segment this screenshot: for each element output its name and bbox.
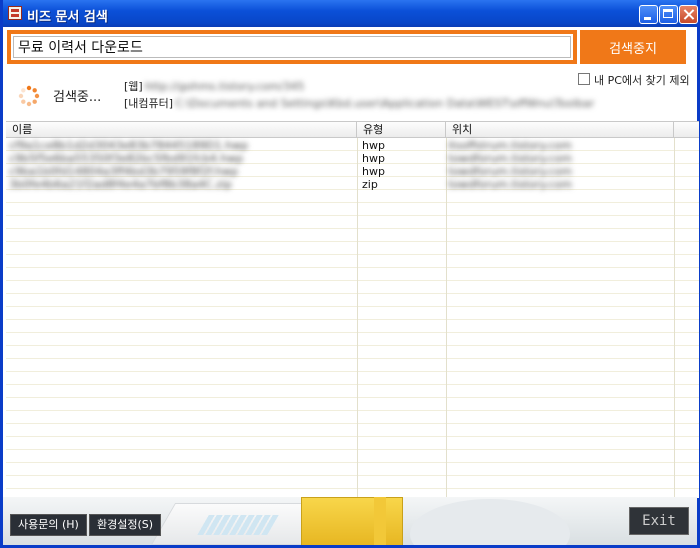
table-row[interactable]: 3b0fe4b6a21f2ad8f4e4a7bf8b38a4C.zip zip … [6,178,699,191]
results-table: 이름 유형 위치 cf9a1ce8b1d2d3043e83b78445189D1… [6,121,699,498]
mypc-source-row: [내컴퓨터] C:\Documents and Settings\Kbd.user… [124,95,594,111]
table-row[interactable]: c9ba1b0fd14804a3ff4bd3b7959f8f2f.hwp hwp… [6,165,699,178]
table-row[interactable]: c9b5f5e6ba55350f3e82bc5fbd91fcb4.hwp hwp… [6,152,699,165]
close-button[interactable] [679,5,698,24]
mypc-source-value: C:\Documents and Settings\Kbd.user\Appli… [175,97,595,110]
column-divider [674,138,675,498]
file-name: c9ba1b0fd14804a3ff4bd3b7959f8f2f.hwp [9,165,239,178]
app-icon [8,6,22,20]
file-name: cf9a1ce8b1d2d3043e83b78445189D1.hwp [9,139,249,152]
column-header-name[interactable]: 이름 [6,122,357,137]
column-divider [357,138,358,498]
column-header-type[interactable]: 유형 [357,122,446,137]
title-bar: 비즈 문서 검색 [3,0,698,27]
mypc-source-label: [내컴퓨터] [124,97,174,110]
file-type: hwp [362,165,385,178]
loading-spinner-icon [18,85,40,107]
column-divider [446,138,447,498]
column-header-location[interactable]: 위치 [446,122,674,137]
search-input[interactable] [13,36,571,58]
table-header: 이름 유형 위치 [6,122,699,138]
web-source-value: http://gohms.tistory.com/345 [144,80,305,93]
footer-bar: 사용문의 (H) 환경설정(S) Exit [3,497,697,545]
folder-illustration [301,497,403,545]
keyboard-illustration [197,515,279,535]
file-type: hwp [362,139,385,152]
web-source-label: [웹] [124,80,143,93]
minimize-button[interactable] [639,5,658,24]
file-location: itsoffstrum.tistory.com [448,139,572,152]
exclude-my-pc-checkbox[interactable]: 내 PC에서 찾기 제외 [578,72,690,88]
window-title: 비즈 문서 검색 [27,10,108,25]
stop-search-button[interactable]: 검색중지 [580,30,686,64]
disk-illustration [410,499,570,545]
web-source-row: [웹] http://gohms.tistory.com/345 [124,78,304,94]
file-location: towdforum.tistory.com [448,178,572,191]
table-row[interactable]: cf9a1ce8b1d2d3043e83b78445189D1.hwp hwp … [6,139,699,152]
exit-button[interactable]: Exit [629,507,689,535]
search-box [7,30,577,64]
app-window: 비즈 문서 검색 검색중지 검색중... [웹]http://gohms.tis… [0,0,700,548]
maximize-button[interactable] [659,5,678,24]
exclude-my-pc-label: 내 PC에서 찾기 제외 [594,74,690,87]
file-name: c9b5f5e6ba55350f3e82bc5fbd91fcb4.hwp [9,152,244,165]
file-type: hwp [362,152,385,165]
file-location: towdforum.tistory.com [448,165,572,178]
table-body [6,138,699,498]
file-name: 3b0fe4b6a21f2ad8f4e4a7bf8b38a4C.zip [9,178,232,191]
checkbox-box[interactable] [578,73,590,85]
searching-status: 검색중... [53,90,102,105]
file-location: towdforum.tistory.com [448,152,572,165]
file-type: zip [362,178,378,191]
help-button[interactable]: 사용문의 (H) [10,514,87,536]
settings-button[interactable]: 환경설정(S) [89,514,162,536]
